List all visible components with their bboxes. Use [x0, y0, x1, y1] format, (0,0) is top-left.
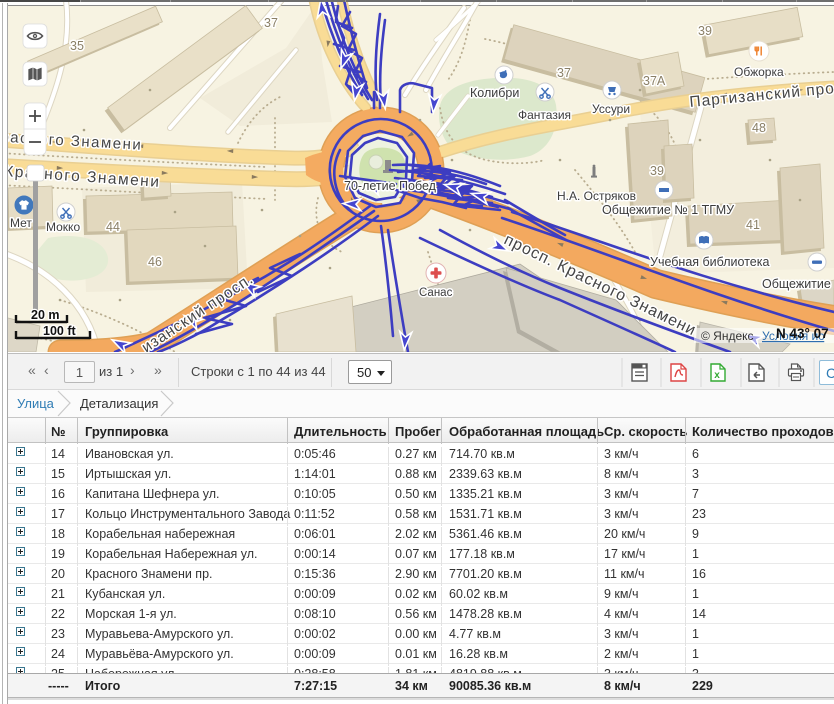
svg-text:Общежитие №: Общежитие №	[762, 277, 834, 291]
svg-text:37: 37	[264, 16, 278, 30]
svg-text:20 m: 20 m	[31, 308, 60, 322]
svg-text:Уссури: Уссури	[592, 102, 630, 116]
svg-text:39: 39	[650, 164, 664, 178]
svg-text:N 43° 07: N 43° 07	[776, 326, 829, 341]
svg-text:41: 41	[746, 218, 760, 232]
svg-text:© Яндекс: © Яндекс	[701, 329, 754, 343]
svg-text:44: 44	[106, 220, 120, 234]
svg-text:x: x	[714, 370, 720, 381]
svg-text:37: 37	[557, 66, 571, 80]
svg-text:Общежитие № 1 ТГМУ: Общежитие № 1 ТГМУ	[602, 203, 734, 217]
svg-text:35: 35	[70, 39, 84, 53]
svg-text:Учебная библиотека: Учебная библиотека	[650, 255, 769, 269]
svg-text:39: 39	[698, 24, 712, 38]
svg-text:46: 46	[148, 255, 162, 269]
svg-text:Фантазия: Фантазия	[518, 108, 571, 122]
svg-text:48: 48	[752, 121, 766, 135]
svg-text:Обжорка: Обжорка	[734, 65, 784, 79]
svg-text:Мет: Мет	[10, 216, 32, 230]
svg-text:37А: 37А	[643, 74, 666, 88]
svg-text:Колибри: Колибри	[470, 86, 519, 100]
svg-text:Мокко: Мокко	[46, 220, 80, 234]
svg-text:Санас: Санас	[419, 287, 453, 299]
svg-text:70-летие Побед: 70-летие Побед	[344, 179, 437, 193]
svg-text:100 ft: 100 ft	[43, 324, 76, 338]
svg-text:Н.А. Остряков: Н.А. Остряков	[557, 189, 636, 203]
